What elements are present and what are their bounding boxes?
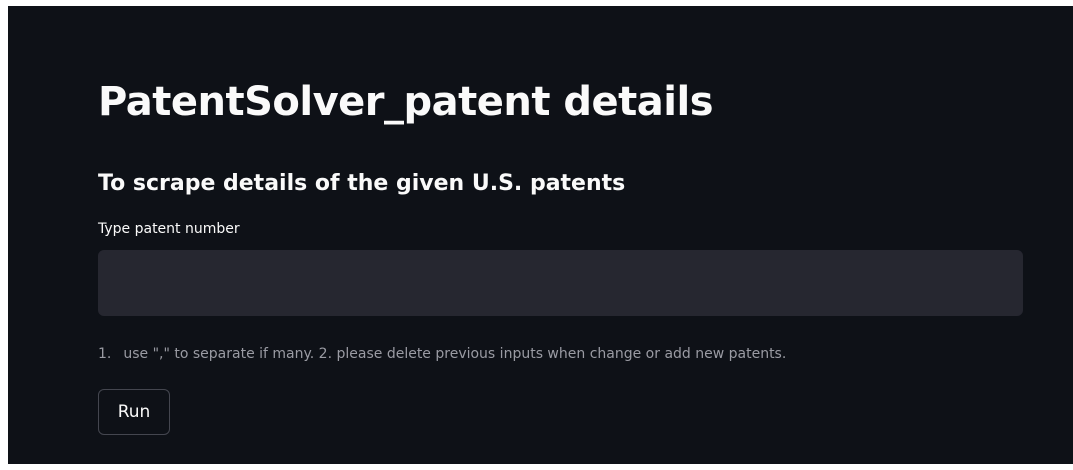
help-list-number: 1. <box>98 346 112 362</box>
patent-number-label: Type patent number <box>98 221 240 237</box>
patent-number-input[interactable] <box>98 250 1023 316</box>
page-subtitle: To scrape details of the given U.S. pate… <box>98 171 626 196</box>
app-container: PatentSolver_patent details To scrape de… <box>8 6 1073 464</box>
page-title: PatentSolver_patent details <box>98 79 714 125</box>
help-instructions: use "," to separate if many. 2. please d… <box>123 346 787 362</box>
run-button[interactable]: Run <box>98 389 170 435</box>
help-text: 1. use "," to separate if many. 2. please… <box>98 346 786 362</box>
